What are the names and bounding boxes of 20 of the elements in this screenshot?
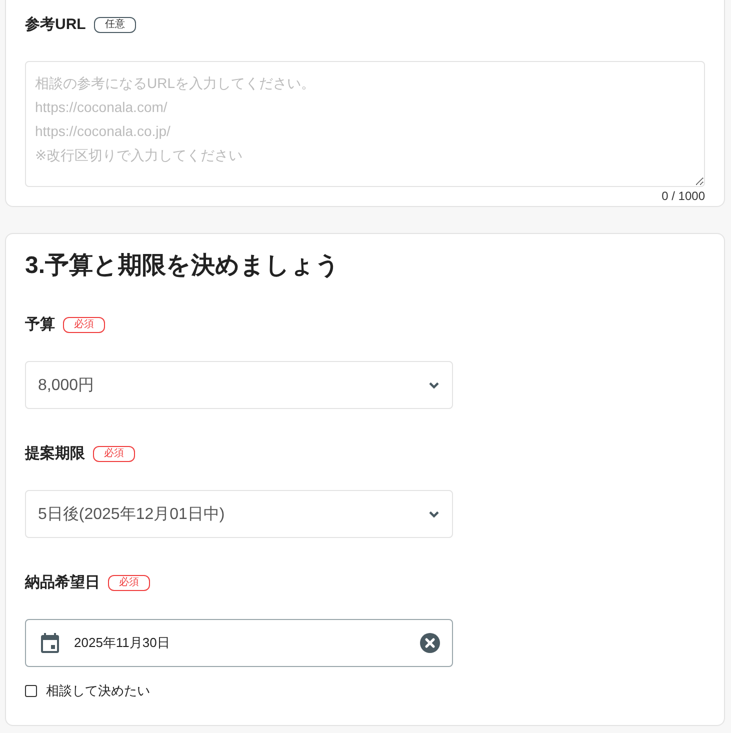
chevron-down-icon	[429, 382, 439, 388]
required-tag: 必須	[63, 317, 105, 333]
chevron-down-icon	[429, 510, 439, 518]
field-label: 参考URL	[25, 15, 86, 35]
checkbox[interactable]	[25, 685, 37, 697]
required-tag: 必須	[108, 575, 150, 591]
optional-tag: 任意	[94, 17, 136, 33]
dropdown-select[interactable]: 5日後(2025年12月01日中)	[25, 490, 453, 538]
character-counter: 0 / 1000	[662, 188, 705, 205]
calendar-icon	[41, 633, 59, 653]
section-heading: 3.予算と期限を決めましょう	[25, 251, 340, 281]
field-label: 納品希望日	[25, 573, 100, 593]
url-textarea[interactable]: 相談の参考になるURLを入力してください。 https://coconala.com/ https://coconala.co.jp/ ※改行区切りで入力してください	[25, 61, 705, 187]
required-tag: 必須	[93, 446, 135, 462]
clear-icon[interactable]	[420, 633, 440, 653]
checkbox-label: 相談して決めたい	[46, 683, 150, 699]
date-field[interactable]: 2025年11月30日	[25, 619, 453, 667]
field-label: 予算	[25, 315, 55, 335]
dropdown-select[interactable]: 8,000円	[25, 361, 453, 409]
field-label: 提案期限	[25, 444, 85, 464]
